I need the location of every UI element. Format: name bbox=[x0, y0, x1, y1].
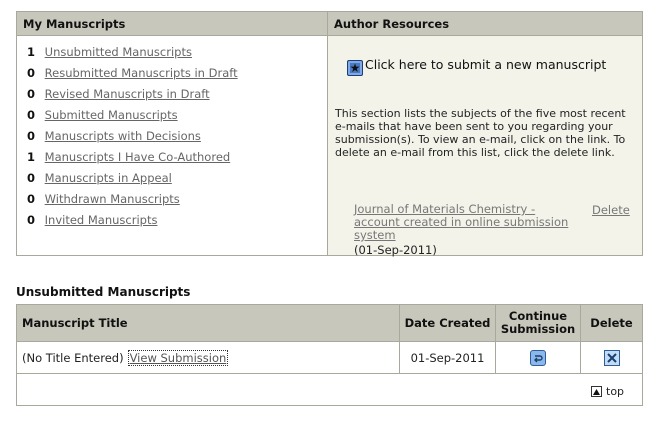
unsubmitted-manuscripts-link[interactable]: Unsubmitted Manuscripts bbox=[45, 45, 192, 59]
list-item: 0 Submitted Manuscripts bbox=[27, 108, 178, 122]
top-label: top bbox=[606, 385, 625, 398]
column-header-continue: Continue Submission bbox=[496, 305, 581, 342]
manuscript-count: 0 bbox=[27, 129, 36, 143]
submit-here-link[interactable]: here bbox=[399, 57, 427, 72]
table-row-title: (No Title Entered) View Submission bbox=[17, 342, 400, 374]
submit-new-manuscript: ★ Click here to submit a new manuscript bbox=[347, 56, 606, 76]
unsubmitted-table: Manuscript Title Date Created Continue S… bbox=[16, 304, 643, 406]
continue-cell bbox=[496, 342, 581, 374]
revised-manuscripts-link[interactable]: Revised Manuscripts in Draft bbox=[45, 87, 210, 101]
section-title: Unsubmitted Manuscripts bbox=[16, 285, 191, 299]
back-to-top[interactable]: top bbox=[591, 385, 624, 398]
email-delete-link[interactable]: Delete bbox=[592, 203, 630, 217]
manuscripts-panel: My Manuscripts Author Resources 1 Unsubm… bbox=[16, 11, 643, 257]
list-item: 1 Manuscripts I Have Co-Authored bbox=[27, 150, 230, 164]
manuscript-count: 0 bbox=[27, 87, 36, 101]
up-arrow-icon bbox=[591, 386, 602, 397]
resources-description: This section lists the subjects of the f… bbox=[335, 107, 626, 159]
withdrawn-manuscripts-link[interactable]: Withdrawn Manuscripts bbox=[45, 192, 180, 206]
list-item: 0 Resubmitted Manuscripts in Draft bbox=[27, 66, 238, 80]
manuscript-count: 0 bbox=[27, 171, 36, 185]
decisions-manuscripts-link[interactable]: Manuscripts with Decisions bbox=[45, 129, 201, 143]
author-resources-header: Author Resources bbox=[328, 12, 642, 36]
column-header-title: Manuscript Title bbox=[17, 305, 400, 342]
email-subject-link[interactable]: Journal of Materials Chemistry - account… bbox=[354, 203, 574, 242]
column-header-delete: Delete bbox=[581, 305, 642, 342]
email-date: (01-Sep-2011) bbox=[354, 243, 437, 257]
invited-manuscripts-link[interactable]: Invited Manuscripts bbox=[45, 213, 158, 227]
submit-prefix: Click bbox=[365, 57, 399, 72]
coauthored-manuscripts-link[interactable]: Manuscripts I Have Co-Authored bbox=[45, 150, 231, 164]
list-item: 0 Manuscripts in Appeal bbox=[27, 171, 172, 185]
continue-arrow-icon[interactable] bbox=[530, 349, 546, 366]
appeal-manuscripts-link[interactable]: Manuscripts in Appeal bbox=[45, 171, 172, 185]
list-item: 0 Invited Manuscripts bbox=[27, 213, 157, 227]
my-manuscripts-header: My Manuscripts bbox=[17, 12, 328, 36]
submitted-manuscripts-link[interactable]: Submitted Manuscripts bbox=[45, 108, 178, 122]
date-created: 01-Sep-2011 bbox=[400, 342, 496, 374]
star-icon: ★ bbox=[347, 60, 363, 76]
submit-suffix: to submit a new manuscript bbox=[426, 57, 607, 72]
author-resources-body: ★ Click here to submit a new manuscript T… bbox=[328, 36, 642, 257]
manuscript-count: 1 bbox=[27, 45, 36, 59]
view-submission-link[interactable]: View Submission bbox=[127, 349, 229, 366]
manuscript-count: 0 bbox=[27, 213, 36, 227]
manuscript-title: (No Title Entered) bbox=[22, 350, 124, 365]
my-manuscripts-list: 1 Unsubmitted Manuscripts 0 Resubmitted … bbox=[17, 36, 328, 255]
manuscript-count: 0 bbox=[27, 192, 36, 206]
resubmitted-manuscripts-link[interactable]: Resubmitted Manuscripts in Draft bbox=[45, 66, 238, 80]
manuscript-count: 0 bbox=[27, 108, 36, 122]
delete-cell bbox=[581, 342, 642, 374]
list-item: 0 Withdrawn Manuscripts bbox=[27, 192, 180, 206]
list-item: 0 Manuscripts with Decisions bbox=[27, 129, 201, 143]
delete-x-icon[interactable] bbox=[603, 349, 620, 366]
column-header-date: Date Created bbox=[400, 305, 496, 342]
manuscript-count: 1 bbox=[27, 150, 36, 164]
list-item: 1 Unsubmitted Manuscripts bbox=[27, 45, 192, 59]
list-item: 0 Revised Manuscripts in Draft bbox=[27, 87, 210, 101]
manuscript-count: 0 bbox=[27, 66, 36, 80]
